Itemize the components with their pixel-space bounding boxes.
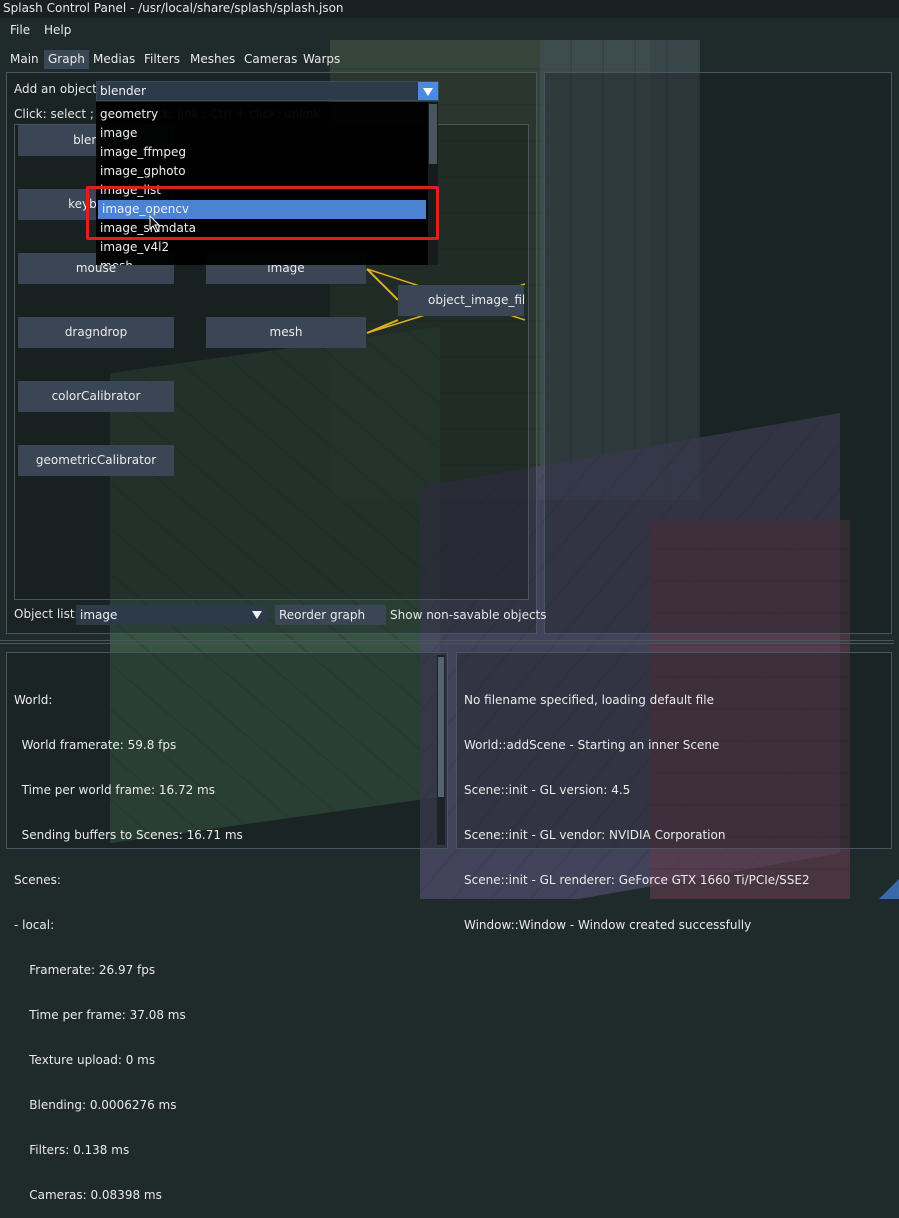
chevron-down-icon[interactable] — [418, 82, 438, 100]
reorder-graph-button[interactable]: Reorder graph — [275, 605, 370, 625]
log-line: Scene::init - GL renderer: GeForce GTX 1… — [464, 873, 810, 887]
log-line: Window::Window - Window created successf… — [464, 918, 752, 932]
stats-line: Time per frame: 37.08 ms — [14, 1008, 186, 1022]
show-nonsavable-checkbox[interactable] — [366, 605, 386, 625]
stats-line: World framerate: 59.8 fps — [14, 738, 177, 752]
stats-text: World: World framerate: 59.8 fps Time pe… — [14, 663, 243, 1218]
stats-line: World: — [14, 693, 53, 707]
dropdown-item-geometry[interactable]: geometry — [96, 105, 426, 124]
add-object-dropdown[interactable]: geometry image image_ffmpeg image_gphoto… — [96, 102, 428, 265]
node-geometriccalibrator[interactable]: geometricCalibrator — [18, 445, 174, 476]
divider — [0, 640, 894, 641]
object-list-value: image — [80, 608, 118, 622]
window-title-bar[interactable]: Splash Control Panel - /usr/local/share/… — [0, 0, 899, 18]
tab-filters[interactable]: Filters — [140, 50, 184, 69]
stats-line: Sending buffers to Scenes: 16.71 ms — [14, 828, 243, 842]
dropdown-item-image-ffmpeg[interactable]: image_ffmpeg — [96, 143, 426, 162]
resize-grip-icon[interactable] — [879, 879, 899, 899]
chevron-down-icon — [252, 611, 262, 619]
dropdown-item-image-v4l2[interactable]: image_v4l2 — [96, 238, 426, 257]
dropdown-item-image-gphoto[interactable]: image_gphoto — [96, 162, 426, 181]
stats-line: Texture upload: 0 ms — [14, 1053, 156, 1067]
tab-warps[interactable]: Warps — [299, 50, 344, 69]
tab-meshes[interactable]: Meshes — [186, 50, 239, 69]
object-properties-panel — [544, 72, 892, 634]
log-line: Scene::init - GL version: 4.5 — [464, 783, 631, 797]
menu-help[interactable]: Help — [44, 23, 71, 37]
node-object-image-filter[interactable]: object_image_filter — [398, 285, 524, 316]
add-object-value: blender — [100, 84, 146, 98]
menu-file[interactable]: File — [10, 23, 30, 37]
dropdown-scrollbar[interactable] — [428, 102, 438, 265]
divider — [0, 643, 894, 644]
object-list-label: Object list: — [14, 607, 79, 621]
tab-main[interactable]: Main — [6, 50, 43, 69]
log-text: No filename specified, loading default f… — [464, 663, 810, 948]
node-dragndrop[interactable]: dragndrop — [18, 317, 174, 348]
stats-line: Cameras: 0.08398 ms — [14, 1188, 162, 1202]
object-list-select[interactable]: image — [76, 605, 268, 625]
show-nonsavable-label: Show non-savable objects — [390, 608, 547, 622]
stats-line: Time per world frame: 16.72 ms — [14, 783, 215, 797]
tab-graph[interactable]: Graph — [44, 50, 89, 69]
stats-line: Blending: 0.0006276 ms — [14, 1098, 177, 1112]
dropdown-item-mesh[interactable]: mesh — [96, 257, 426, 265]
stats-scrollbar[interactable] — [437, 655, 445, 845]
add-object-label: Add an object: — [14, 82, 101, 96]
stats-line: Scenes: — [14, 873, 61, 887]
tab-medias[interactable]: Medias — [89, 50, 139, 69]
menu-bar: File Help — [0, 20, 899, 40]
stats-line: - local: — [14, 918, 55, 932]
scrollbar-thumb[interactable] — [429, 104, 437, 164]
scrollbar-thumb[interactable] — [438, 657, 444, 797]
mouse-cursor-icon — [149, 215, 161, 233]
log-line: Scene::init - GL vendor: NVIDIA Corporat… — [464, 828, 726, 842]
stats-line: Framerate: 26.97 fps — [14, 963, 156, 977]
log-line: World::addScene - Starting an inner Scen… — [464, 738, 720, 752]
window-title: Splash Control Panel - /usr/local/share/… — [3, 1, 344, 15]
stats-line: Filters: 0.138 ms — [14, 1143, 130, 1157]
annotation-highlight-box — [86, 186, 439, 240]
dropdown-item-image[interactable]: image — [96, 124, 426, 143]
tab-cameras[interactable]: Cameras — [240, 50, 301, 69]
node-mesh[interactable]: mesh — [206, 317, 366, 348]
log-line: No filename specified, loading default f… — [464, 693, 714, 707]
node-colorcalibrator[interactable]: colorCalibrator — [18, 381, 174, 412]
add-object-combo[interactable]: blender — [96, 81, 439, 101]
